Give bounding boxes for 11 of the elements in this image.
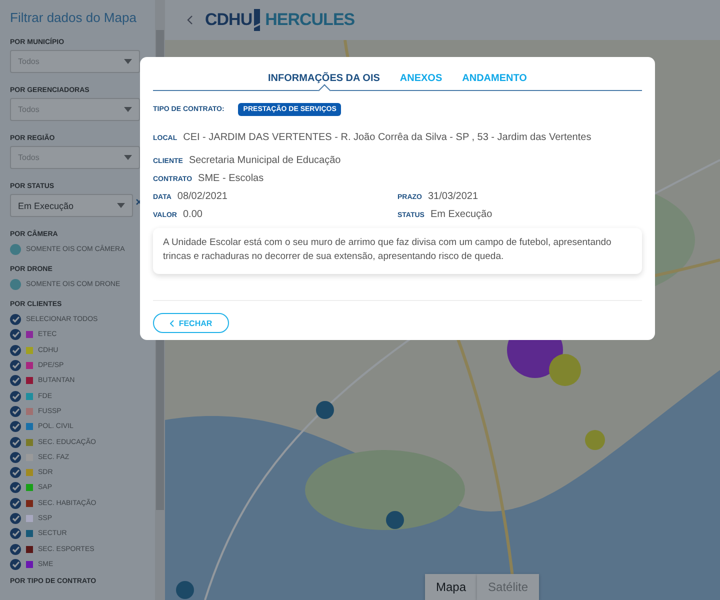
- field-value: 0.00: [182, 209, 202, 220]
- field-value: Em Execução: [430, 209, 492, 220]
- field-value: 08/02/2021: [177, 191, 228, 202]
- field-value: 31/03/2021: [428, 191, 478, 202]
- field-value: CEI - JARDIM DAS VERTENTES - R. João Corrêa da Silva - SP , 53 - Jardim das Vertentes: [183, 132, 592, 143]
- description-text: A Unidade Escolar está com o seu muro de arrimo que faz divisa com um campo de futebol, apresentando trincas e rachaduras no decorrer de sua extensão, apresentando risco de queda.: [163, 237, 612, 262]
- sidebar-title: Filtrar dados do Mapa: [10, 10, 138, 25]
- field-value: Secretaria Municipal de Educação: [188, 155, 341, 166]
- logo-text: HERCULES: [265, 10, 355, 30]
- field-value: SME - Escolas: [198, 173, 264, 184]
- logo-text: CDHU: [205, 10, 252, 30]
